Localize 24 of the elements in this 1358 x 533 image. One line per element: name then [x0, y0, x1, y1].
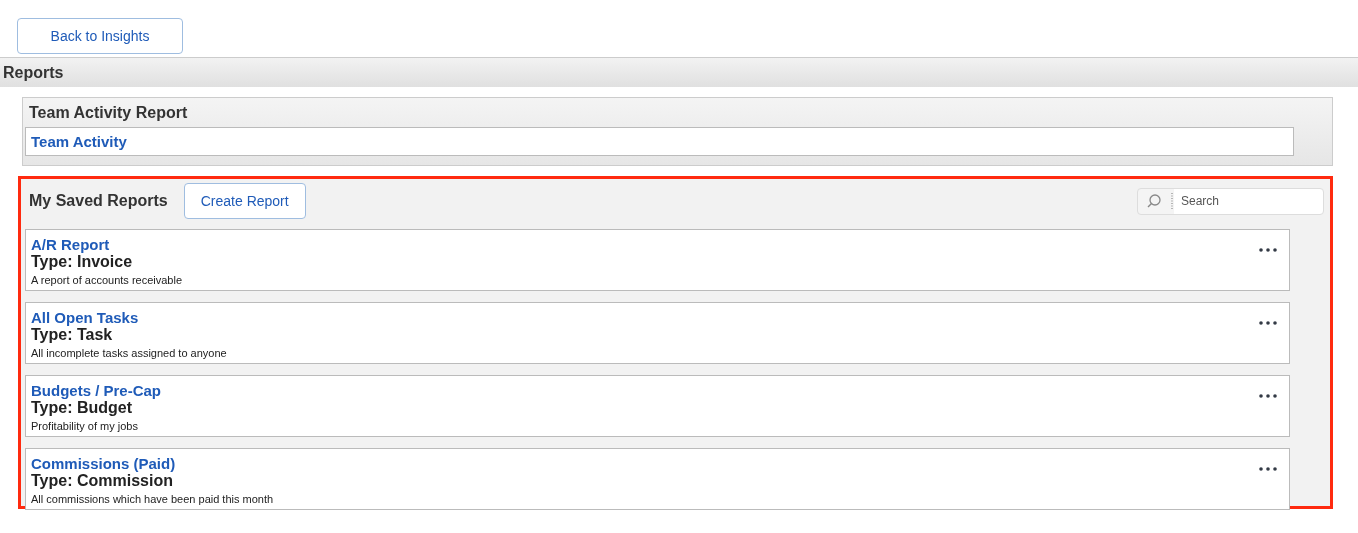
report-description: A report of accounts receivable [31, 274, 184, 286]
search-field[interactable]: Search [1137, 187, 1324, 215]
report-link[interactable]: Commissions (Paid) [31, 455, 1257, 472]
create-report-button[interactable]: Create Report [183, 183, 306, 219]
report-type: Type: Commission [31, 472, 174, 490]
report-link[interactable]: A/R Report [31, 236, 1257, 253]
more-icon [1259, 248, 1277, 252]
report-link[interactable]: Team Activity [31, 133, 127, 150]
report-type: Type: Invoice [31, 253, 134, 271]
report-description: All commissions which have been paid this month [31, 493, 275, 505]
panel-title: My Saved Reports [28, 192, 168, 210]
report-type: Type: Budget [31, 399, 134, 417]
more-icon [1259, 467, 1277, 471]
report-link[interactable]: Budgets / Pre-Cap [31, 382, 1257, 399]
report-description: All incomplete tasks assigned to anyone [31, 347, 228, 359]
report-type: Type: Task [31, 326, 114, 344]
back-button[interactable]: Back to Insights [17, 18, 183, 54]
search-icon [1145, 191, 1173, 211]
report-description: Profitability of my jobs [31, 420, 139, 432]
section-header: Reports [0, 57, 1358, 87]
more-icon [1259, 394, 1277, 398]
panel-title: Team Activity Report [28, 104, 189, 122]
report-link[interactable]: All Open Tasks [31, 309, 1257, 326]
more-icon [1259, 321, 1277, 325]
